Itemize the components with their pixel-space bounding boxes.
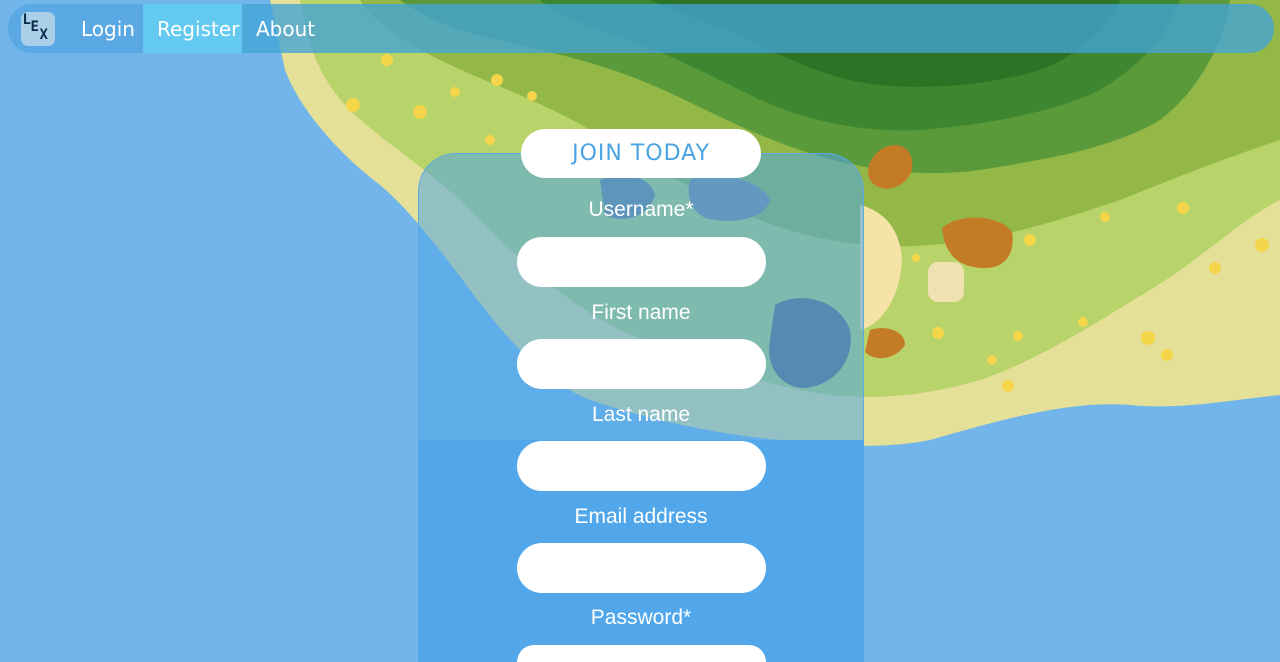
last-name-input[interactable]	[517, 441, 766, 491]
email-label: Email address	[574, 505, 708, 528]
first-name-input[interactable]	[517, 339, 766, 389]
lex-logo: L E X	[20, 11, 55, 46]
join-today-heading: JOIN TODAY	[521, 129, 761, 178]
nav-about[interactable]: About	[242, 4, 322, 53]
logo-letter-e: E	[30, 18, 39, 35]
nav-login[interactable]: Login	[67, 4, 143, 53]
logo-letter-x: X	[39, 26, 48, 43]
first-name-label: First name	[591, 301, 691, 324]
username-label: Username*	[588, 198, 694, 221]
last-name-label: Last name	[591, 403, 691, 426]
email-input[interactable]	[517, 543, 766, 593]
username-input[interactable]	[517, 237, 766, 287]
nav-register[interactable]: Register	[143, 4, 242, 53]
password-label: Password*	[590, 606, 692, 629]
navbar: L E X Login Register About	[8, 4, 1274, 53]
logo-link[interactable]: L E X	[8, 4, 67, 53]
password-input[interactable]	[517, 645, 766, 662]
